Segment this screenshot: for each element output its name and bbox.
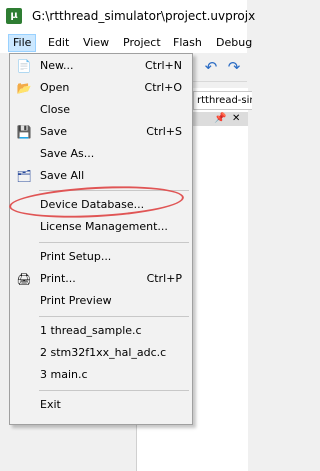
- menu-item-label: Print...: [40, 272, 76, 285]
- menu-item-label: 1 thread_sample.c: [40, 324, 142, 337]
- menu-item-label: Save As...: [40, 147, 95, 160]
- menu-item-print[interactable]: 🖨 Print... Ctrl+P: [10, 269, 192, 289]
- menu-item-label: Print Preview: [40, 294, 112, 307]
- menu-item-recent-3[interactable]: 3 main.c: [10, 365, 192, 385]
- menu-item-shortcut: Ctrl+P: [146, 272, 182, 285]
- menu-item-label: New...: [40, 59, 74, 72]
- menu-item-recent-1[interactable]: 1 thread_sample.c: [10, 321, 192, 341]
- menu-item-save-as[interactable]: Save As...: [10, 144, 192, 164]
- menu-item-shortcut: Ctrl+N: [144, 59, 182, 72]
- menu-item-label: 2 stm32f1xx_hal_adc.c: [40, 346, 167, 359]
- redo-icon[interactable]: ↷: [225, 58, 243, 76]
- menu-item-close[interactable]: Close: [10, 100, 192, 120]
- save-icon: 💾: [16, 125, 32, 139]
- menu-separator: [39, 242, 189, 243]
- menu-item-print-setup[interactable]: Print Setup...: [10, 247, 192, 267]
- menu-edit[interactable]: Edit: [48, 35, 69, 51]
- menu-item-label: Save: [40, 125, 68, 138]
- menu-item-label: Close: [40, 103, 70, 116]
- close-icon[interactable]: ✕: [232, 112, 240, 126]
- pin-icon[interactable]: 📌: [214, 112, 226, 126]
- print-icon: 🖨: [16, 272, 32, 286]
- window-left-edge: [0, 53, 9, 471]
- menu-view[interactable]: View: [83, 35, 109, 51]
- menu-item-label: Device Database...: [40, 198, 145, 211]
- menu-file[interactable]: File: [8, 34, 37, 52]
- menu-item-save[interactable]: 💾 Save Ctrl+S: [10, 122, 192, 142]
- menu-item-shortcut: Ctrl+O: [144, 81, 182, 94]
- menu-item-open[interactable]: 📂 Open Ctrl+O: [10, 78, 192, 98]
- menu-item-print-preview[interactable]: Print Preview: [10, 291, 192, 311]
- save-all-icon: 🗂: [16, 169, 32, 183]
- keil-app-icon: µ: [6, 8, 22, 24]
- menu-item-label: 3 main.c: [40, 368, 88, 381]
- title-bar: µ G:\rtthread_simulator\project.uvprojx: [0, 0, 255, 33]
- new-file-icon: 📄: [16, 59, 32, 73]
- menu-item-label: License Management...: [40, 220, 168, 233]
- menu-item-shortcut: Ctrl+S: [146, 125, 182, 138]
- menu-item-new[interactable]: 📄 New... Ctrl+N: [10, 56, 192, 76]
- menu-item-label: Save All: [40, 169, 85, 182]
- menu-item-exit[interactable]: Exit: [10, 395, 192, 415]
- menu-item-license-management[interactable]: License Management...: [10, 217, 192, 237]
- menu-flash[interactable]: Flash: [173, 35, 202, 51]
- menu-separator: [39, 316, 189, 317]
- menu-separator: [39, 190, 189, 191]
- menu-item-label: Exit: [40, 398, 61, 411]
- menu-item-save-all[interactable]: 🗂 Save All: [10, 166, 192, 186]
- open-folder-icon: 📂: [16, 81, 32, 95]
- menu-item-device-database[interactable]: Device Database...: [10, 195, 192, 215]
- undo-icon[interactable]: ↶: [202, 58, 220, 76]
- window-title: G:\rtthread_simulator\project.uvprojx: [32, 9, 256, 23]
- file-menu-dropdown: 📄 New... Ctrl+N 📂 Open Ctrl+O Close 💾 Sa…: [9, 53, 193, 425]
- menu-item-label: Print Setup...: [40, 250, 112, 263]
- menu-bar: File Edit View Project Flash Debug: [0, 33, 252, 53]
- menu-project[interactable]: Project: [123, 35, 161, 51]
- menu-item-label: Open: [40, 81, 70, 94]
- menu-debug[interactable]: Debug: [216, 35, 252, 51]
- panel-tab-project[interactable]: rtthread-simulator: [193, 91, 252, 110]
- menu-item-recent-2[interactable]: 2 stm32f1xx_hal_adc.c: [10, 343, 192, 363]
- menu-separator: [39, 390, 189, 391]
